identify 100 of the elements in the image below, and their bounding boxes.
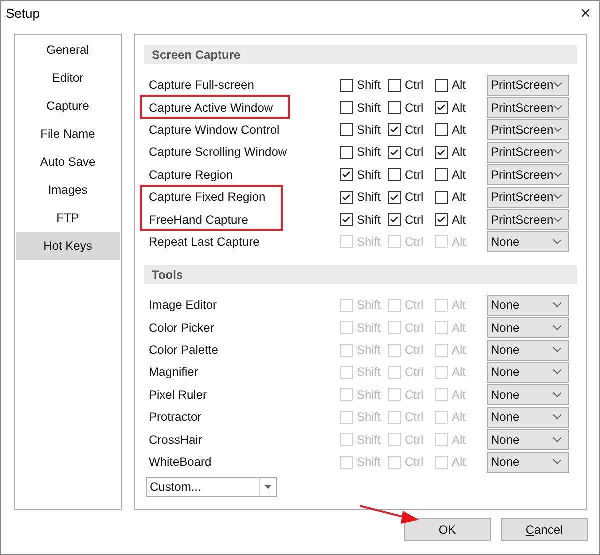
cancel-button[interactable]: Cancel — [501, 518, 588, 541]
checkbox-label: Shift — [357, 320, 382, 335]
checkbox-label: Ctrl — [405, 365, 424, 380]
chevron-down-icon — [554, 216, 562, 223]
hotkey-label: Image Editor — [149, 298, 218, 312]
sidebar-item[interactable]: Capture — [16, 92, 120, 120]
sidebar-item[interactable]: Auto Save — [16, 148, 120, 176]
checkbox-label: Alt — [452, 100, 466, 115]
chevron-down-icon — [554, 104, 562, 111]
chevron-down-icon — [554, 149, 562, 156]
checkbox-label: Ctrl — [405, 212, 424, 227]
key-dropdown[interactable]: PrintScreen — [487, 209, 569, 230]
checkbox[interactable] — [340, 190, 353, 204]
hotkey-label: Repeat Last Capture — [149, 234, 260, 249]
checkbox-label: Shift — [357, 78, 382, 92]
caret-down-icon — [264, 485, 272, 490]
preset-dropdown[interactable]: Custom... — [146, 477, 277, 498]
checkbox-label: Ctrl — [405, 100, 424, 115]
checkbox-label: Shift — [357, 168, 382, 182]
ok-button[interactable]: OK — [404, 518, 491, 541]
key-dropdown[interactable]: PrintScreen — [487, 186, 569, 208]
sidebar-item[interactable]: File Name — [16, 120, 120, 148]
checkbox-label: Shift — [357, 432, 382, 447]
checkbox-label: Alt — [452, 432, 466, 447]
hotkey-label: FreeHand Capture — [149, 212, 248, 227]
checkbox[interactable] — [388, 101, 401, 114]
checkbox[interactable] — [435, 146, 448, 159]
key-dropdown[interactable]: PrintScreen — [487, 164, 569, 186]
sidebar-item[interactable]: FTP — [16, 204, 120, 232]
checkbox-label: Shift — [357, 455, 382, 470]
checkbox-label: Alt — [452, 234, 466, 249]
checkbox-label: Shift — [357, 122, 382, 137]
hotkey-label: Capture Active Window — [149, 100, 274, 115]
checkbox[interactable] — [340, 78, 353, 92]
sidebar-item[interactable]: Images — [16, 176, 120, 204]
checkbox-label: Ctrl — [405, 168, 424, 182]
hotkey-label: CrossHair — [149, 432, 202, 447]
chevron-down-icon — [553, 238, 562, 245]
chevron-down-icon — [553, 347, 562, 354]
checkbox-label: Ctrl — [405, 234, 424, 249]
checkbox-label: Ctrl — [405, 78, 424, 92]
checkbox-label: Alt — [452, 168, 466, 182]
checkbox-label: Alt — [452, 190, 466, 204]
checkbox-label: Shift — [357, 298, 382, 312]
hotkey-label: Capture Window Control — [149, 122, 280, 137]
key-dropdown[interactable]: PrintScreen — [487, 142, 569, 163]
key-dropdown[interactable]: PrintScreen — [487, 97, 569, 118]
pointer-arrow — [360, 505, 419, 524]
key-dropdown[interactable]: PrintScreen — [487, 119, 569, 140]
checkbox[interactable] — [388, 146, 401, 159]
hotkey-label: Capture Scrolling Window — [149, 145, 288, 160]
checkbox-label: Ctrl — [405, 145, 424, 160]
checkbox[interactable] — [435, 190, 448, 204]
hotkey-label: Color Picker — [149, 320, 214, 335]
checkbox[interactable] — [340, 168, 353, 182]
checkbox-label: Ctrl — [405, 343, 424, 358]
checkbox-label: Alt — [452, 343, 466, 358]
chevron-down-icon — [553, 302, 562, 308]
checkbox-label: Ctrl — [405, 122, 424, 137]
checkbox-label: Ctrl — [405, 320, 424, 335]
checkbox-label: Shift — [357, 190, 382, 204]
checkbox[interactable] — [435, 213, 448, 226]
checkbox[interactable] — [388, 123, 401, 136]
chevron-down-icon — [553, 392, 562, 398]
checkbox[interactable] — [340, 146, 353, 159]
key-dropdown[interactable]: PrintScreen — [487, 74, 569, 96]
checkbox[interactable] — [435, 78, 448, 92]
checkbox-label: Shift — [357, 212, 382, 227]
hotkey-label: Protractor — [149, 410, 202, 424]
close-button[interactable]: × — [580, 4, 591, 22]
chevron-down-icon — [554, 126, 562, 133]
checkbox-label: Alt — [452, 298, 466, 312]
checkbox-label: Shift — [357, 343, 382, 358]
window-title: Setup — [6, 6, 40, 20]
checkbox[interactable] — [340, 213, 353, 226]
chevron-down-icon — [553, 369, 562, 376]
checkbox[interactable] — [435, 168, 448, 182]
checkbox-label: Alt — [452, 455, 466, 470]
hotkey-label: Color Palette — [149, 343, 218, 358]
checkbox[interactable] — [388, 213, 401, 226]
hotkey-label: WhiteBoard — [149, 455, 212, 470]
checkbox[interactable] — [388, 168, 401, 182]
sidebar-item[interactable]: General — [16, 36, 120, 64]
checkbox-label: Alt — [452, 212, 466, 227]
checkbox[interactable] — [340, 123, 353, 136]
checkbox-label: Alt — [452, 320, 466, 335]
checkbox-label: Alt — [452, 388, 466, 402]
checkbox[interactable] — [435, 123, 448, 136]
chevron-down-icon — [554, 194, 562, 200]
sidebar-item[interactable]: Editor — [16, 64, 120, 92]
sidebar-item[interactable]: Hot Keys — [16, 232, 120, 260]
checkbox[interactable] — [340, 101, 353, 114]
hotkey-label: Capture Region — [149, 168, 234, 182]
chevron-down-icon — [554, 82, 562, 88]
checkbox[interactable] — [388, 190, 401, 204]
checkbox[interactable] — [388, 78, 401, 92]
checkbox-label: Ctrl — [405, 410, 424, 424]
chevron-down-icon — [554, 172, 562, 178]
checkbox[interactable] — [435, 101, 448, 114]
checkbox-label: Shift — [357, 100, 382, 115]
